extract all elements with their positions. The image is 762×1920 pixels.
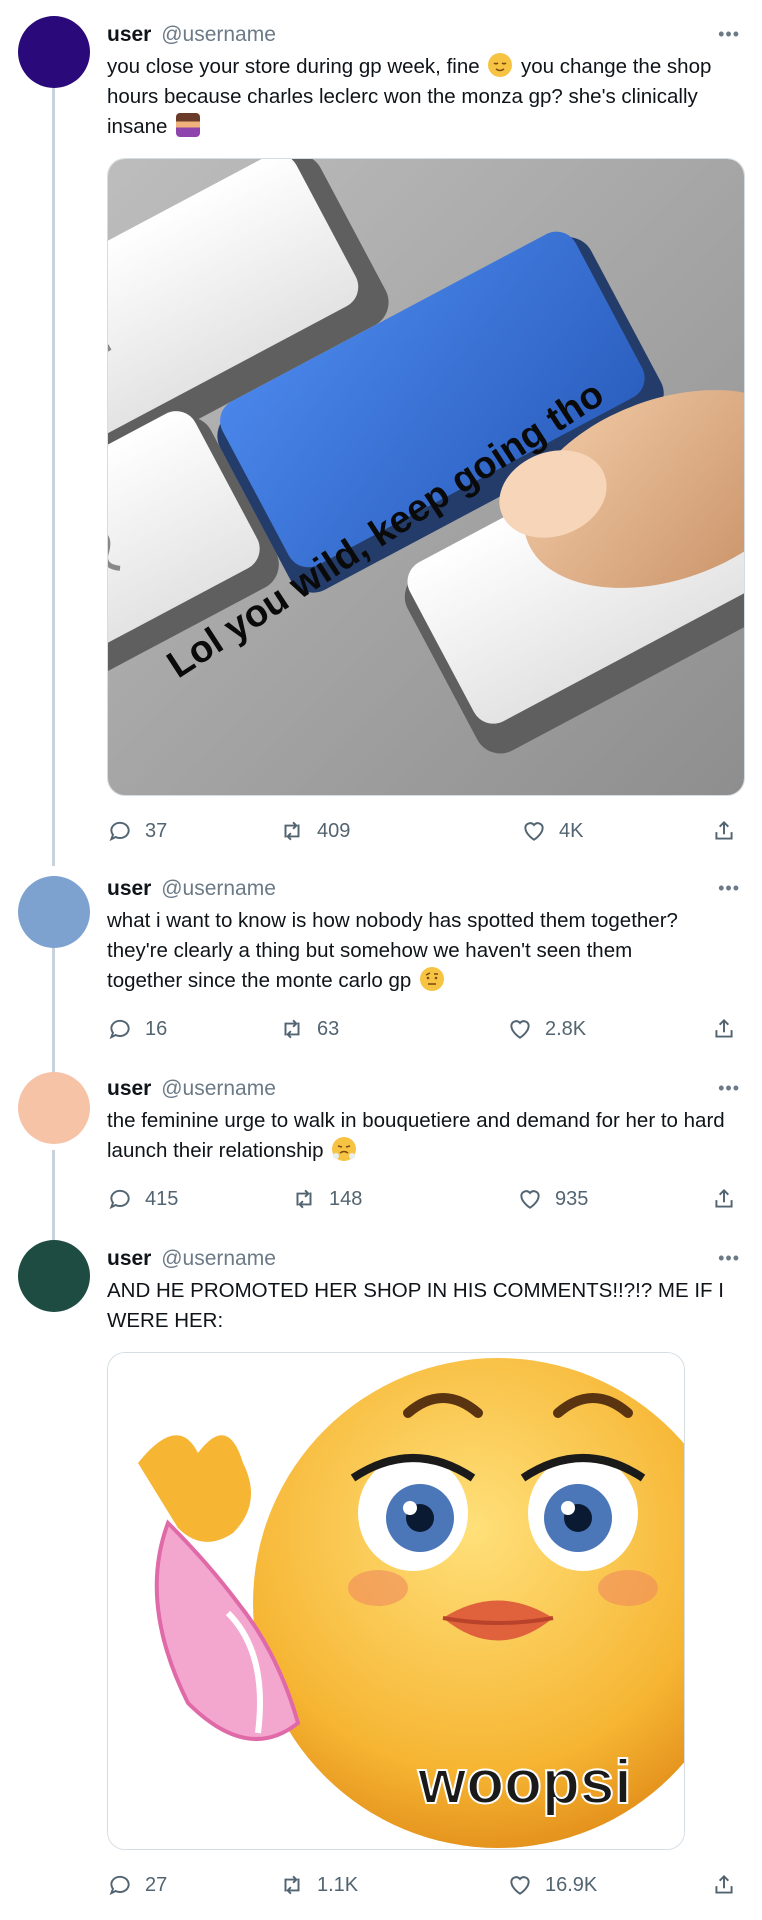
tweet-text: the feminine urge to walk in bouquetiere… bbox=[107, 1109, 725, 1162]
tweet-header: user @username bbox=[107, 1076, 740, 1102]
meme-image[interactable]: woopsi bbox=[107, 1352, 685, 1850]
heart-icon bbox=[524, 822, 544, 841]
more-options-icon[interactable]: ••• bbox=[718, 878, 740, 899]
avatar[interactable] bbox=[18, 1072, 90, 1144]
reply-icon bbox=[109, 1189, 130, 1210]
like-button[interactable]: 2.8K bbox=[507, 1016, 586, 1042]
reply-button[interactable]: 37 bbox=[107, 818, 167, 844]
tweet-text: you close your store during gp week, fin… bbox=[107, 53, 712, 138]
reply-icon bbox=[109, 1019, 130, 1040]
retweet-icon bbox=[284, 821, 300, 841]
reply-count: 16 bbox=[145, 1017, 168, 1040]
retweet-count: 1.1K bbox=[317, 1873, 359, 1896]
retweet-icon bbox=[284, 1875, 300, 1895]
retweet-count: 148 bbox=[329, 1187, 363, 1210]
relieved-face-emoji-icon bbox=[488, 53, 513, 77]
reply-button[interactable]: 16 bbox=[107, 1016, 167, 1042]
flirty-emoji-meme-icon: woopsi bbox=[108, 1353, 684, 1849]
share-button[interactable] bbox=[711, 1186, 737, 1212]
share-icon bbox=[715, 1188, 733, 1208]
tweet-header: user @username bbox=[107, 1246, 740, 1272]
more-options-icon[interactable]: ••• bbox=[718, 24, 740, 45]
retweet-count: 63 bbox=[317, 1017, 340, 1040]
more-options-icon[interactable]: ••• bbox=[718, 1078, 740, 1099]
like-button[interactable]: 4K bbox=[521, 818, 583, 844]
reply-count: 415 bbox=[145, 1187, 179, 1210]
share-icon bbox=[715, 1874, 733, 1894]
heart-icon bbox=[510, 1876, 530, 1895]
like-button[interactable]: 935 bbox=[517, 1186, 588, 1212]
retweet-button[interactable]: 1.1K bbox=[279, 1872, 358, 1898]
retweet-button[interactable]: 63 bbox=[279, 1016, 339, 1042]
meme-caption: woopsi bbox=[417, 1748, 632, 1817]
share-button[interactable] bbox=[711, 1872, 737, 1898]
tweet-text: what i want to know is how nobody has sp… bbox=[107, 909, 678, 992]
tweet[interactable]: user @username ••• AND HE PROMOTED HER S… bbox=[0, 1232, 762, 1920]
retweet-button[interactable]: 148 bbox=[291, 1186, 362, 1212]
share-button[interactable] bbox=[711, 1016, 737, 1042]
like-count: 16.9K bbox=[545, 1873, 598, 1896]
tweet-actions: 16 63 2.8K bbox=[107, 1016, 740, 1046]
face-with-steam-emoji-icon bbox=[332, 1137, 357, 1161]
tweet-actions: 27 1.1K 16.9K bbox=[107, 1872, 740, 1902]
retweet-icon bbox=[284, 1019, 300, 1039]
meme-image[interactable]: Lol you wild, keep going tho bbox=[107, 158, 745, 796]
tweet[interactable]: user @username ••• what i want to know i… bbox=[0, 862, 762, 1062]
keyboard-button-meme-icon: Lol you wild, keep going tho bbox=[108, 159, 744, 795]
tweet[interactable]: user @username ••• the feminine urge to … bbox=[0, 1062, 762, 1232]
display-name[interactable]: user bbox=[107, 1077, 151, 1100]
username-handle[interactable]: @username bbox=[161, 877, 276, 900]
heart-icon bbox=[520, 1190, 540, 1209]
like-count: 935 bbox=[555, 1187, 589, 1210]
share-icon bbox=[715, 1018, 733, 1038]
reply-icon bbox=[109, 1875, 130, 1896]
like-count: 2.8K bbox=[545, 1017, 587, 1040]
display-name[interactable]: user bbox=[107, 23, 151, 46]
reply-icon bbox=[109, 821, 130, 842]
tweet-text: AND HE PROMOTED HER SHOP IN HIS COMMENTS… bbox=[107, 1279, 724, 1332]
heart-icon bbox=[510, 1020, 530, 1039]
reply-button[interactable]: 415 bbox=[107, 1186, 178, 1212]
display-name[interactable]: user bbox=[107, 1247, 151, 1270]
tweet-header: user @username bbox=[107, 22, 740, 48]
retweet-button[interactable]: 409 bbox=[279, 818, 350, 844]
username-handle[interactable]: @username bbox=[161, 1247, 276, 1270]
like-button[interactable]: 16.9K bbox=[507, 1872, 597, 1898]
retweet-count: 409 bbox=[317, 819, 351, 842]
reply-count: 37 bbox=[145, 819, 168, 842]
person-shrugging-emoji-icon bbox=[176, 113, 201, 137]
username-handle[interactable]: @username bbox=[161, 1077, 276, 1100]
tweet[interactable]: user @username ••• you close your store … bbox=[0, 0, 762, 862]
more-options-icon[interactable]: ••• bbox=[718, 1248, 740, 1269]
avatar[interactable] bbox=[18, 876, 90, 948]
reply-button[interactable]: 27 bbox=[107, 1872, 167, 1898]
face-with-raised-eyebrow-emoji-icon bbox=[419, 967, 444, 991]
tweet-actions: 37 409 4K bbox=[107, 818, 740, 848]
tweet-header: user @username bbox=[107, 876, 740, 902]
reply-count: 27 bbox=[145, 1873, 168, 1896]
like-count: 4K bbox=[559, 819, 584, 842]
username-handle[interactable]: @username bbox=[161, 23, 276, 46]
retweet-icon bbox=[296, 1189, 312, 1209]
share-button[interactable] bbox=[711, 818, 737, 844]
avatar[interactable] bbox=[18, 1240, 90, 1312]
avatar[interactable] bbox=[18, 16, 90, 88]
tweet-actions: 415 148 935 bbox=[107, 1186, 740, 1216]
display-name[interactable]: user bbox=[107, 877, 151, 900]
share-icon bbox=[715, 820, 733, 840]
